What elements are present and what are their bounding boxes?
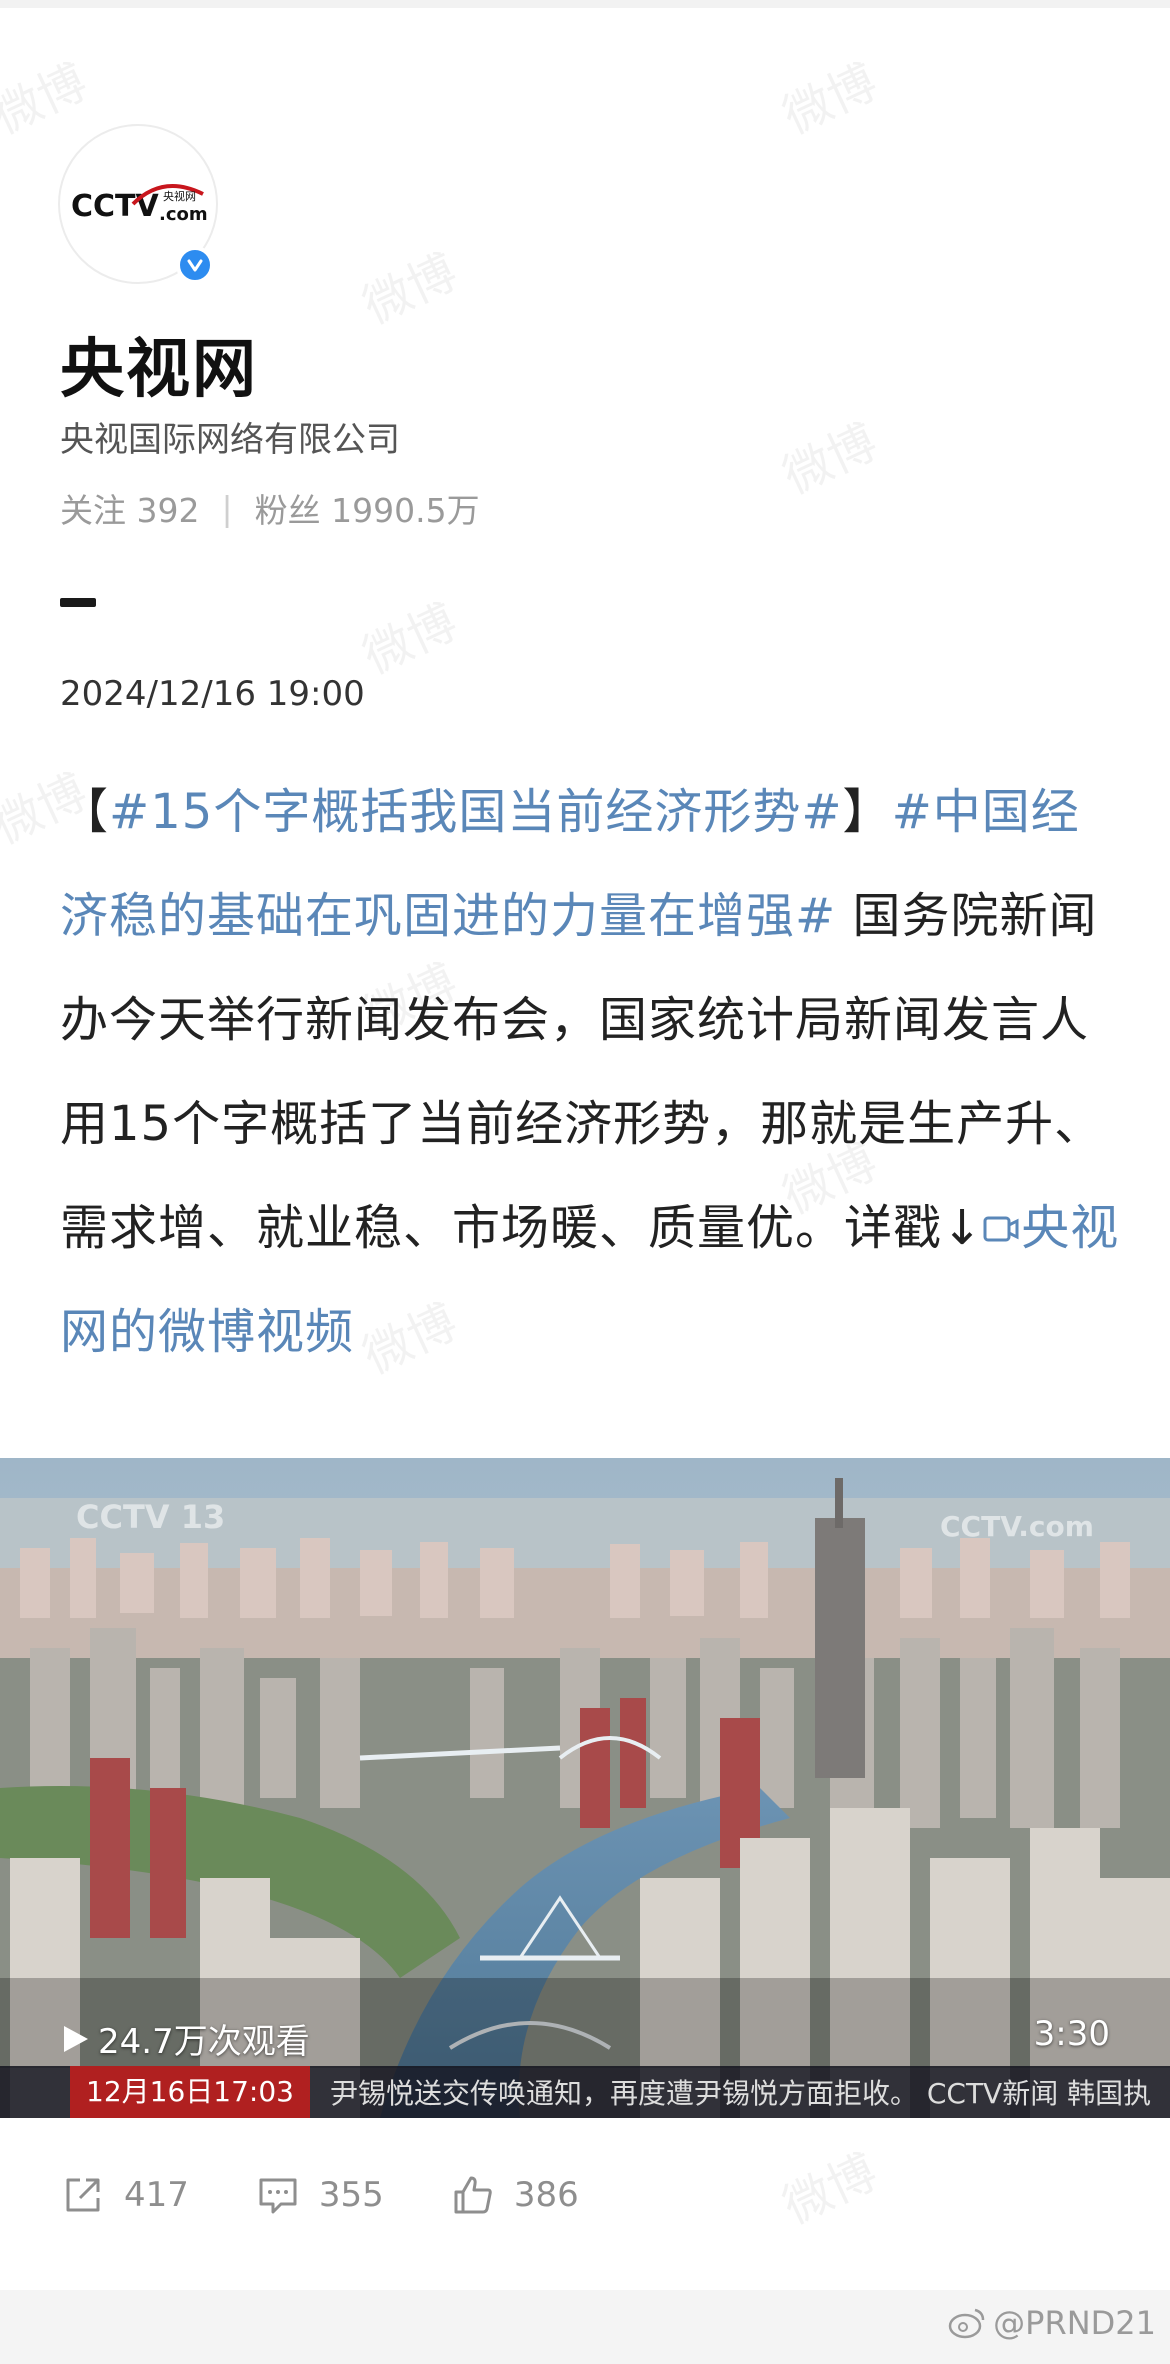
watermark: 微博	[774, 2143, 886, 2236]
play-icon[interactable]	[60, 2023, 90, 2055]
weibo-logo-icon	[948, 2308, 985, 2339]
top-bar	[0, 0, 1170, 8]
video-player[interactable]: CCTV 13 CCTV.com 24.7万次观看 3:30 12月16日17:…	[0, 1458, 1170, 2118]
following-count: 392	[136, 491, 200, 530]
comment-button[interactable]: 355	[255, 2172, 384, 2218]
view-count: 24.7万次观看	[60, 2014, 310, 2063]
view-count-label: 24.7万次观看	[98, 2022, 310, 2062]
watermark: 微博	[354, 243, 466, 336]
following-stat[interactable]: 关注 392	[60, 484, 200, 532]
channel-logo: CCTV 13	[76, 1498, 226, 1536]
verified-badge-icon	[176, 246, 214, 284]
cctv-watermark: CCTV.com	[940, 1510, 1094, 1543]
watermark: 微博	[774, 413, 886, 506]
share-icon	[66, 2178, 100, 2212]
comment-count: 355	[318, 2175, 384, 2215]
post-text: 【#15个字概括我国当前经济形势#】#中国经济稳的基础在巩固进的力量在增强# 国…	[60, 760, 1120, 1384]
bracket-open: 【	[60, 784, 110, 840]
weibo-watermark: @PRND21	[947, 2304, 1156, 2342]
post-date: 2024/12/16 19:00	[60, 674, 365, 714]
news-ticker: 12月16日17:03 尹锡悦送交传唤通知，再度遭尹锡悦方面拒收。 CCTV新闻…	[0, 2066, 1170, 2118]
action-bar: 417 355 386	[60, 2172, 645, 2218]
thumbs-up-icon	[454, 2176, 492, 2214]
hashtag-link[interactable]: #15个字概括我国当前经济形势#	[109, 784, 843, 840]
followers-label: 粉丝	[254, 491, 321, 530]
following-label: 关注	[60, 491, 126, 530]
bracket-close: 】	[842, 784, 892, 840]
followers-stat[interactable]: 粉丝 1990.5万	[255, 484, 480, 532]
profile-organization: 央视国际网络有限公司	[60, 420, 400, 460]
watermark: 微博	[0, 53, 96, 146]
watermark: 微博	[354, 593, 466, 686]
like-button[interactable]: 386	[450, 2172, 579, 2218]
share-count: 417	[124, 2175, 189, 2215]
section-divider	[60, 598, 96, 607]
watermark: 微博	[774, 53, 886, 146]
weibo-handle: @PRND21	[993, 2304, 1156, 2342]
profile-stats: 关注 392 | 粉丝 1990.5万	[60, 484, 480, 532]
video-duration: 3:30	[1033, 2014, 1110, 2054]
footer-bar: @PRND21	[0, 2290, 1170, 2364]
stats-divider: |	[221, 488, 233, 528]
video-icon	[983, 1216, 1019, 1242]
followers-count: 1990.5万	[331, 491, 480, 530]
ticker-time: 12月16日17:03	[70, 2066, 310, 2118]
like-count: 386	[513, 2175, 579, 2215]
svg-text:.com: .com	[159, 204, 208, 225]
ticker-text: 尹锡悦送交传唤通知，再度遭尹锡悦方面拒收。 CCTV新闻 韩国执	[329, 2077, 1152, 2110]
comment-icon	[259, 2178, 297, 2214]
cctv-logo-icon: CCTV 央视网 .com	[71, 184, 208, 225]
share-button[interactable]: 417	[60, 2172, 189, 2218]
svg-text:央视网: 央视网	[163, 189, 196, 203]
profile-name[interactable]: 央视网	[60, 318, 258, 410]
